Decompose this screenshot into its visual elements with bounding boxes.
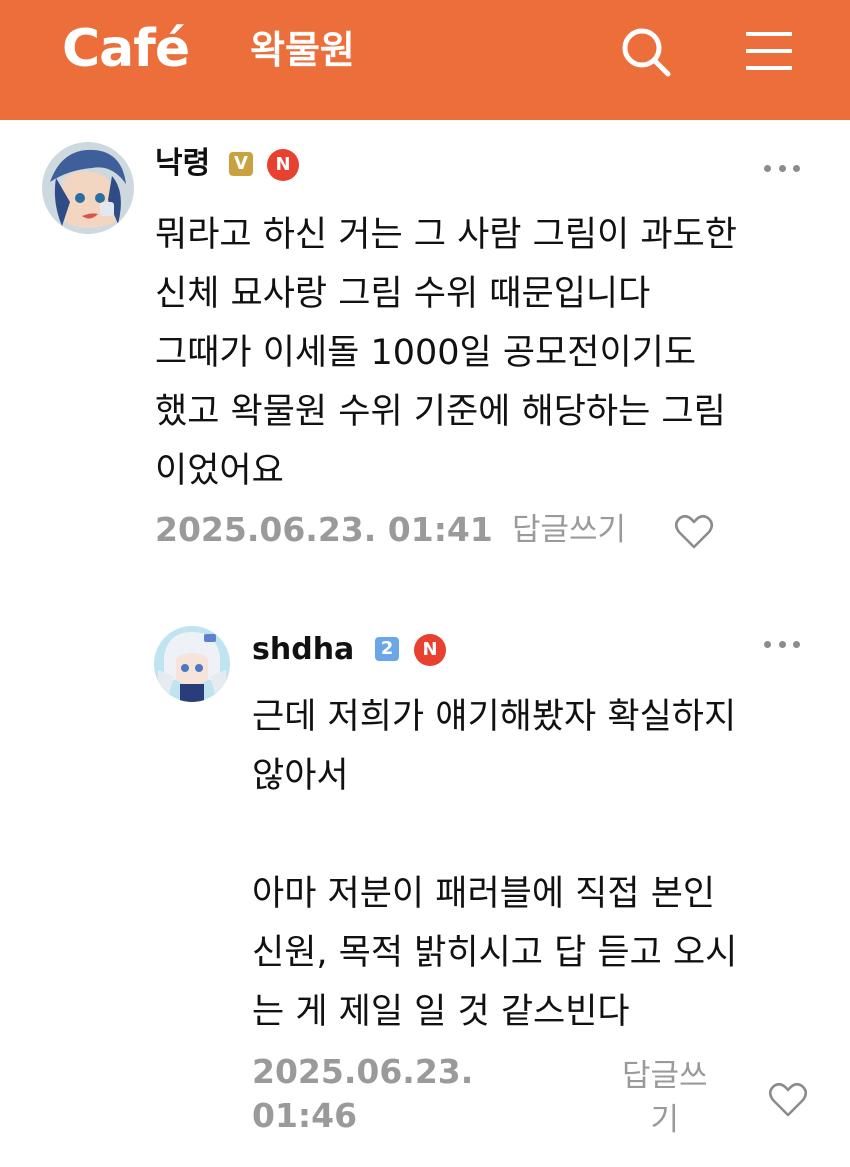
new-badge: N bbox=[267, 149, 299, 181]
heart-icon[interactable] bbox=[768, 1082, 808, 1118]
search-icon[interactable] bbox=[618, 24, 674, 80]
author-name[interactable]: shdha bbox=[252, 632, 354, 668]
more-options-icon[interactable] bbox=[764, 634, 800, 654]
level-badge: V bbox=[229, 152, 253, 176]
comment-text: 근데 저희가 얘기해봤자 확실하지 않아서 아마 저분이 패러블에 직접 본인 … bbox=[252, 697, 738, 1032]
level-badge: 2 bbox=[375, 637, 399, 661]
new-badge: N bbox=[414, 634, 446, 666]
cafe-logo[interactable]: Café bbox=[62, 18, 190, 80]
comment-date: 2025.06.23. 01:46 bbox=[252, 1052, 474, 1135]
cafe-name[interactable]: 왁물원 bbox=[250, 27, 355, 73]
reply-button[interactable]: 답글쓰기 bbox=[512, 508, 626, 552]
comment-text: 뭐라고 하신 거는 그 사람 그림이 과도한 신체 묘사랑 그림 수위 때문입니… bbox=[155, 215, 737, 491]
reply-button[interactable]: 답글쓰 기 bbox=[622, 1054, 708, 1142]
avatar[interactable] bbox=[42, 142, 134, 234]
more-options-icon[interactable] bbox=[764, 158, 800, 178]
comment-date: 2025.06.23. 01:41 bbox=[155, 510, 493, 549]
avatar[interactable] bbox=[154, 626, 230, 702]
heart-icon[interactable] bbox=[674, 514, 714, 550]
top-app-bar: Café 왁물원 bbox=[0, 0, 850, 120]
author-name[interactable]: 낙령 bbox=[155, 146, 210, 182]
menu-icon[interactable] bbox=[742, 24, 798, 80]
